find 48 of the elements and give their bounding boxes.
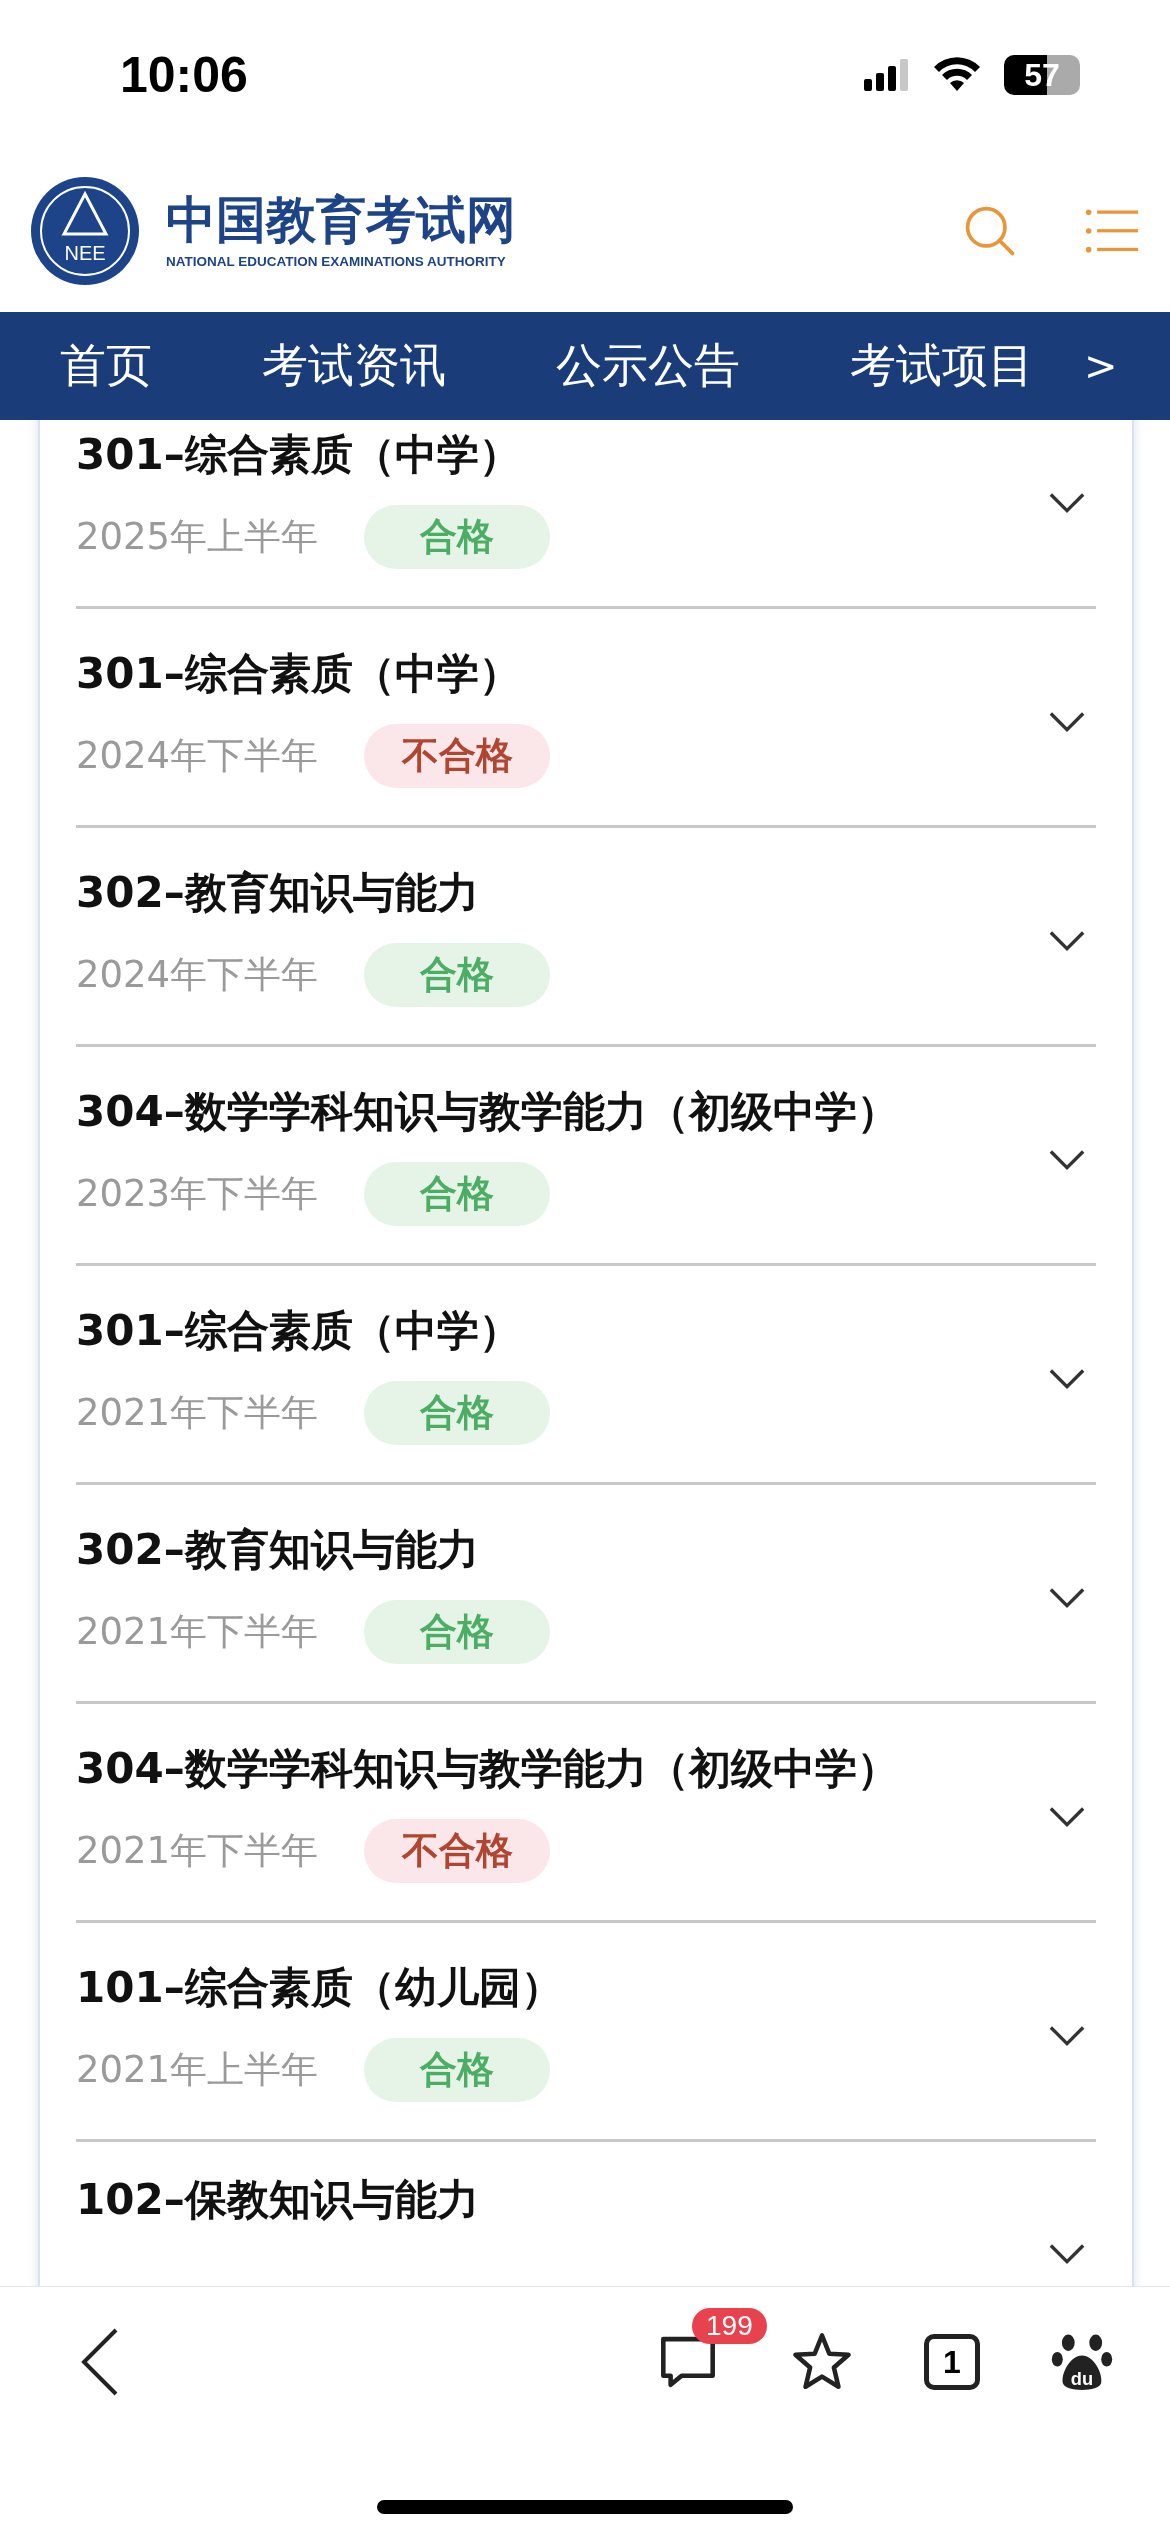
chevron-down-icon[interactable] [1048,2242,1086,2266]
chevron-down-icon[interactable] [1048,929,1086,953]
logo-emblem: NEE [30,176,140,286]
signal-icon [864,59,910,91]
chevron-down-icon[interactable] [1048,2024,1086,2048]
site-title: 中国教育考试网 [166,193,516,248]
subject-title: 301–综合素质（中学） [76,648,522,700]
exam-term: 2024年下半年 [76,733,319,779]
subject-title: 304–数学学科知识与教学能力（初级中学） [76,1086,900,1138]
nav-link[interactable]: 首页 [60,335,152,397]
site-subtitle: NATIONAL EDUCATION EXAMINATIONS AUTHORITY [166,254,507,269]
exam-term: 2023年下半年 [76,1171,319,1217]
subject-title: 302–教育知识与能力 [76,867,480,919]
exam-term: 2021年下半年 [76,1609,319,1655]
chevron-down-icon[interactable] [1048,1805,1086,1829]
result-tag: 合格 [364,1600,551,1664]
exam-term: 2021年下半年 [76,1390,319,1436]
exam-term: 2021年下半年 [76,1828,319,1874]
wifi-icon [932,57,982,93]
tabs-button[interactable]: 1 [924,2334,980,2390]
subject-title: 101–综合素质（幼儿园） [76,1962,564,2014]
result-tag: 合格 [364,943,551,1007]
nav-link[interactable]: 考试项目 [850,335,1034,397]
result-tag: 合格 [364,2038,551,2102]
result-tag: 不合格 [364,1819,551,1883]
chevron-down-icon[interactable] [1048,1367,1086,1391]
nav-link[interactable]: 考试资讯 [262,335,446,397]
subject-title: 304–数学学科知识与教学能力（初级中学） [76,1743,900,1795]
result-tag: 不合格 [364,724,551,788]
back-icon[interactable] [80,2327,120,2397]
chevron-down-icon[interactable] [1048,491,1086,515]
result-tag: 合格 [364,1381,551,1445]
exam-term: 2025年上半年 [76,514,319,560]
chevron-down-icon[interactable] [1048,710,1086,734]
subject-title: 102–保教知识与能力 [76,2174,480,2226]
result-tag: 合格 [364,1162,551,1226]
subject-title: 301–综合素质（中学） [76,1305,522,1357]
exam-term: 2021年上半年 [76,2047,319,2093]
nav-link[interactable]: 公示公告 [556,335,740,397]
clock-time: 10:06 [120,46,248,104]
subject-title: 302–教育知识与能力 [76,1524,480,1576]
exam-term: 2024年下半年 [76,952,319,998]
result-tag: 合格 [364,505,551,569]
chevron-down-icon[interactable] [1048,1148,1086,1172]
notification-badge: 199 [692,2308,767,2344]
more-link[interactable]: > [1084,343,1118,389]
chevron-down-icon[interactable] [1048,1586,1086,1610]
subject-title: 301–综合素质（中学） [76,429,522,481]
